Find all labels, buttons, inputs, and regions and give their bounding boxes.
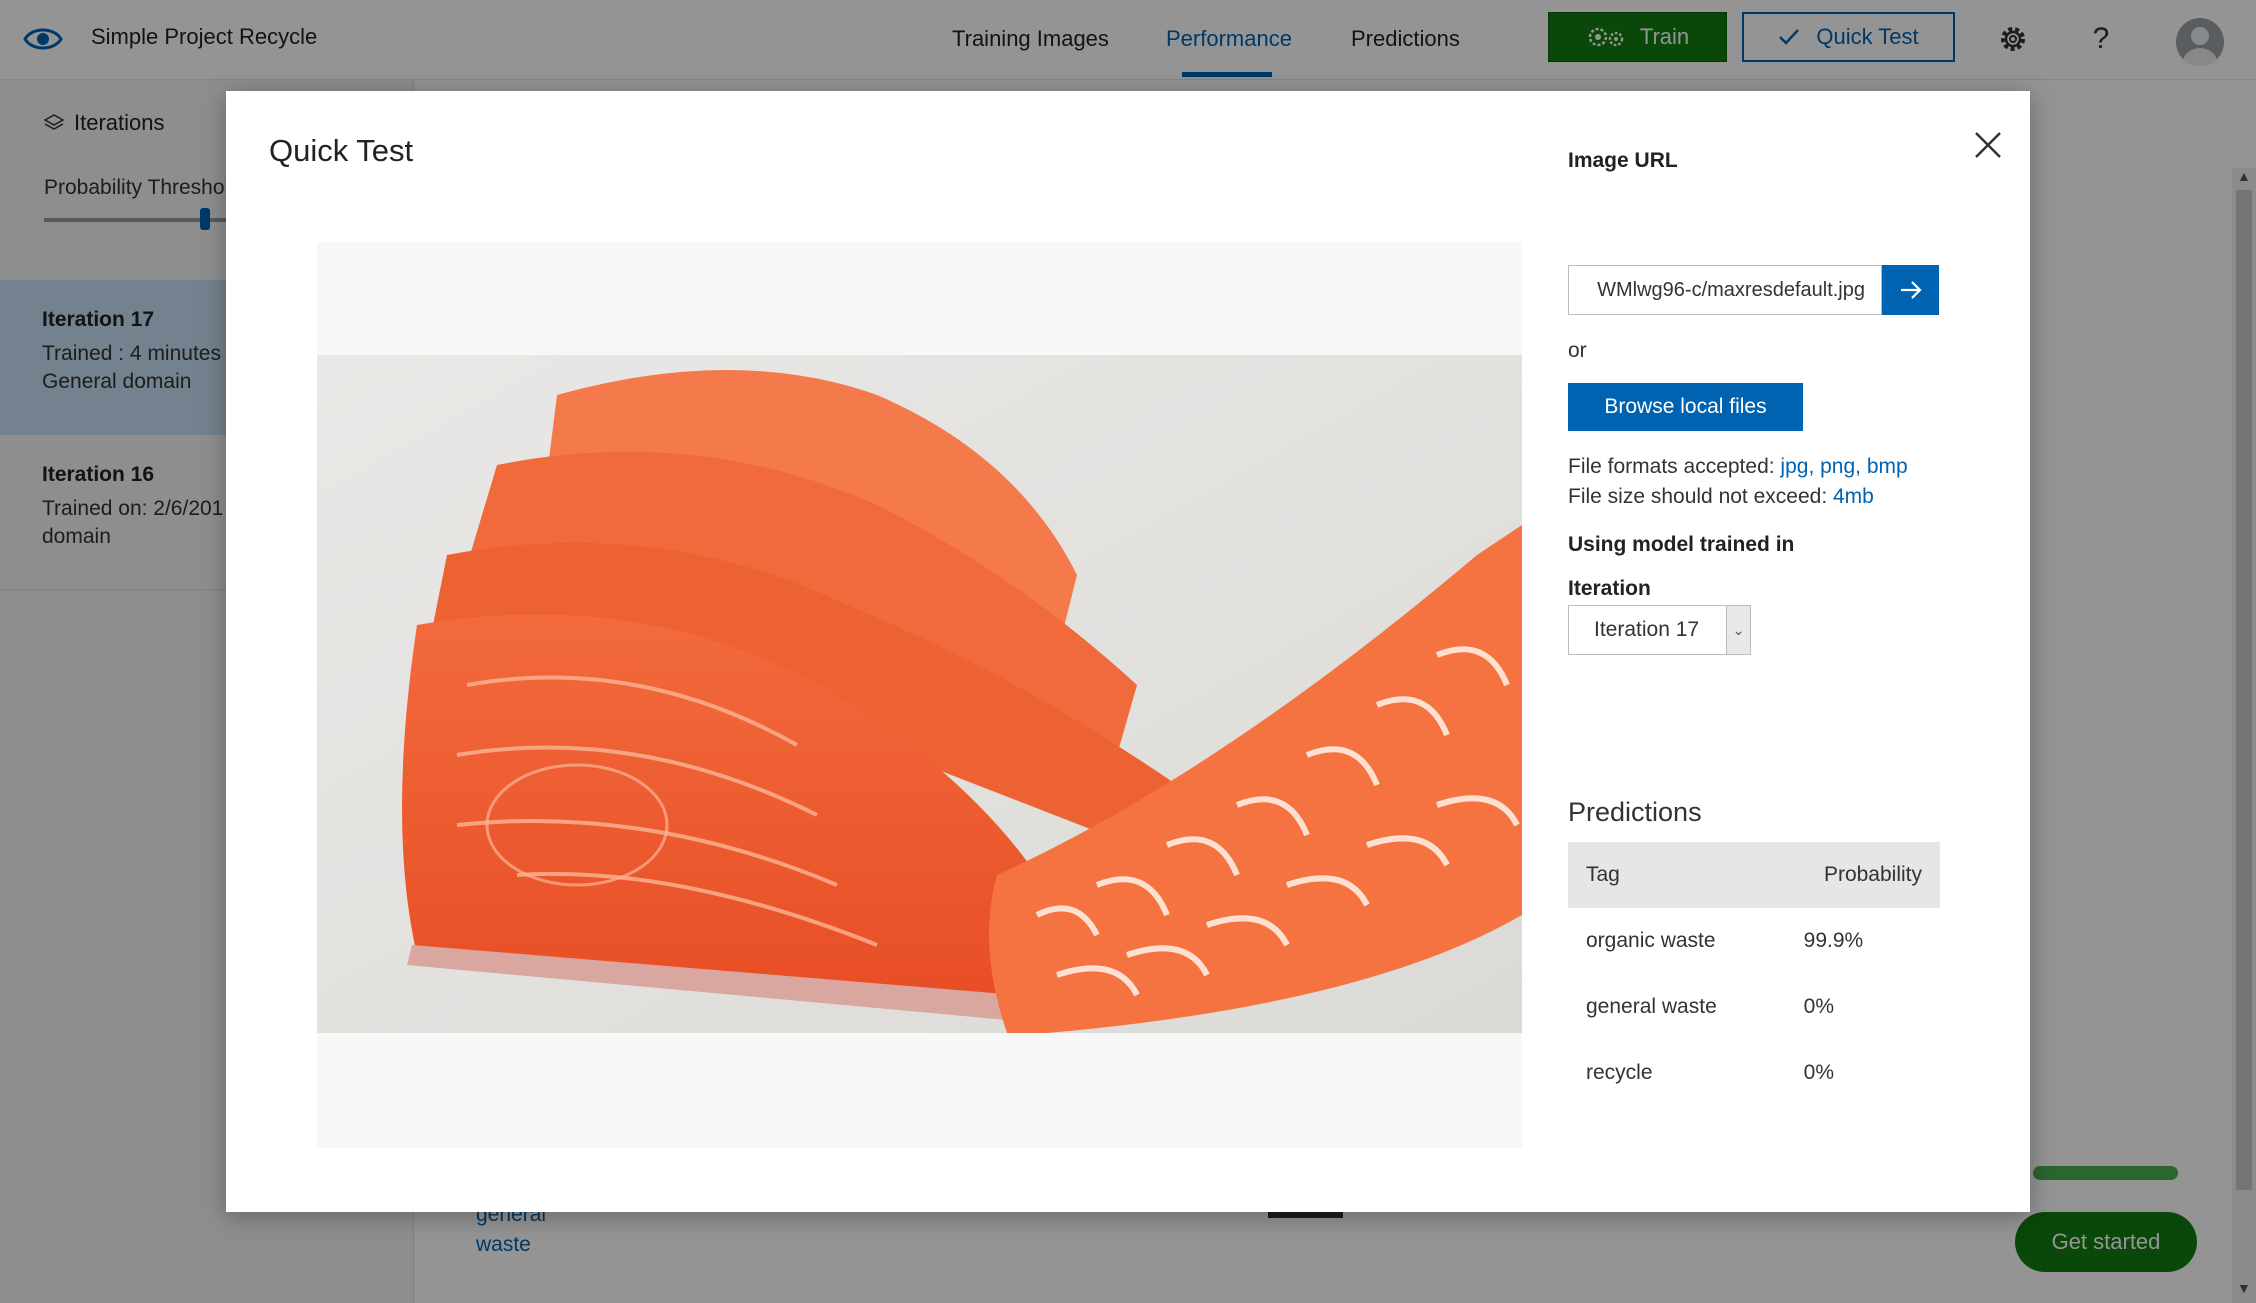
browse-local-files-button[interactable]: Browse local files: [1568, 383, 1803, 431]
column-header-tag: Tag: [1568, 842, 1764, 908]
file-formats-value: jpg, png, bmp: [1780, 455, 1908, 478]
prediction-probability: 0%: [1803, 1061, 1835, 1084]
or-separator: or: [1568, 339, 1587, 362]
column-header-probability: Probability: [1763, 842, 1940, 908]
prediction-tag: organic waste: [1586, 929, 1716, 952]
prediction-probability: 0%: [1803, 995, 1835, 1018]
file-size-info: File size should not exceed: 4mb: [1568, 485, 1874, 509]
quick-test-dialog: Quick Test Image URL WMlwg96-c/maxresdef…: [226, 91, 2030, 1212]
iteration-dropdown[interactable]: Iteration 17 ⌄: [1568, 605, 1751, 655]
dialog-title: Quick Test: [269, 133, 414, 168]
image-url-input[interactable]: WMlwg96-c/maxresdefault.jpg: [1568, 265, 1882, 315]
file-size-value: 4mb: [1832, 485, 1874, 508]
table-row: recycle 0%: [1568, 1040, 1940, 1106]
preview-frame: [317, 242, 1522, 1148]
file-size-prefix: File size should not exceed:: [1568, 485, 1833, 508]
chevron-down-icon[interactable]: ⌄: [1726, 606, 1750, 654]
iteration-label: Iteration: [1568, 577, 1651, 600]
image-url-label: Image URL: [1568, 149, 1678, 172]
table-header-row: Tag Probability: [1568, 842, 1940, 908]
file-formats-prefix: File formats accepted:: [1568, 455, 1781, 478]
submit-url-button[interactable]: [1882, 265, 1939, 315]
arrow-right-icon: [1900, 281, 1922, 299]
predictions-table: Tag Probability organic waste 99.9% gene…: [1568, 842, 1940, 1106]
prediction-probability: 99.9%: [1803, 929, 1864, 952]
table-row: general waste 0%: [1568, 974, 1940, 1040]
file-formats-info: File formats accepted: jpg, png, bmp: [1568, 455, 1908, 479]
predictions-title: Predictions: [1568, 797, 1702, 827]
using-model-label: Using model trained in: [1568, 533, 1795, 556]
iteration-dropdown-value: Iteration 17: [1594, 618, 1700, 641]
close-icon[interactable]: [1968, 125, 2008, 165]
salmon-photo: [317, 355, 1522, 1033]
prediction-tag: recycle: [1586, 1061, 1653, 1084]
prediction-tag: general waste: [1586, 995, 1717, 1018]
table-row: organic waste 99.9%: [1568, 908, 1940, 974]
